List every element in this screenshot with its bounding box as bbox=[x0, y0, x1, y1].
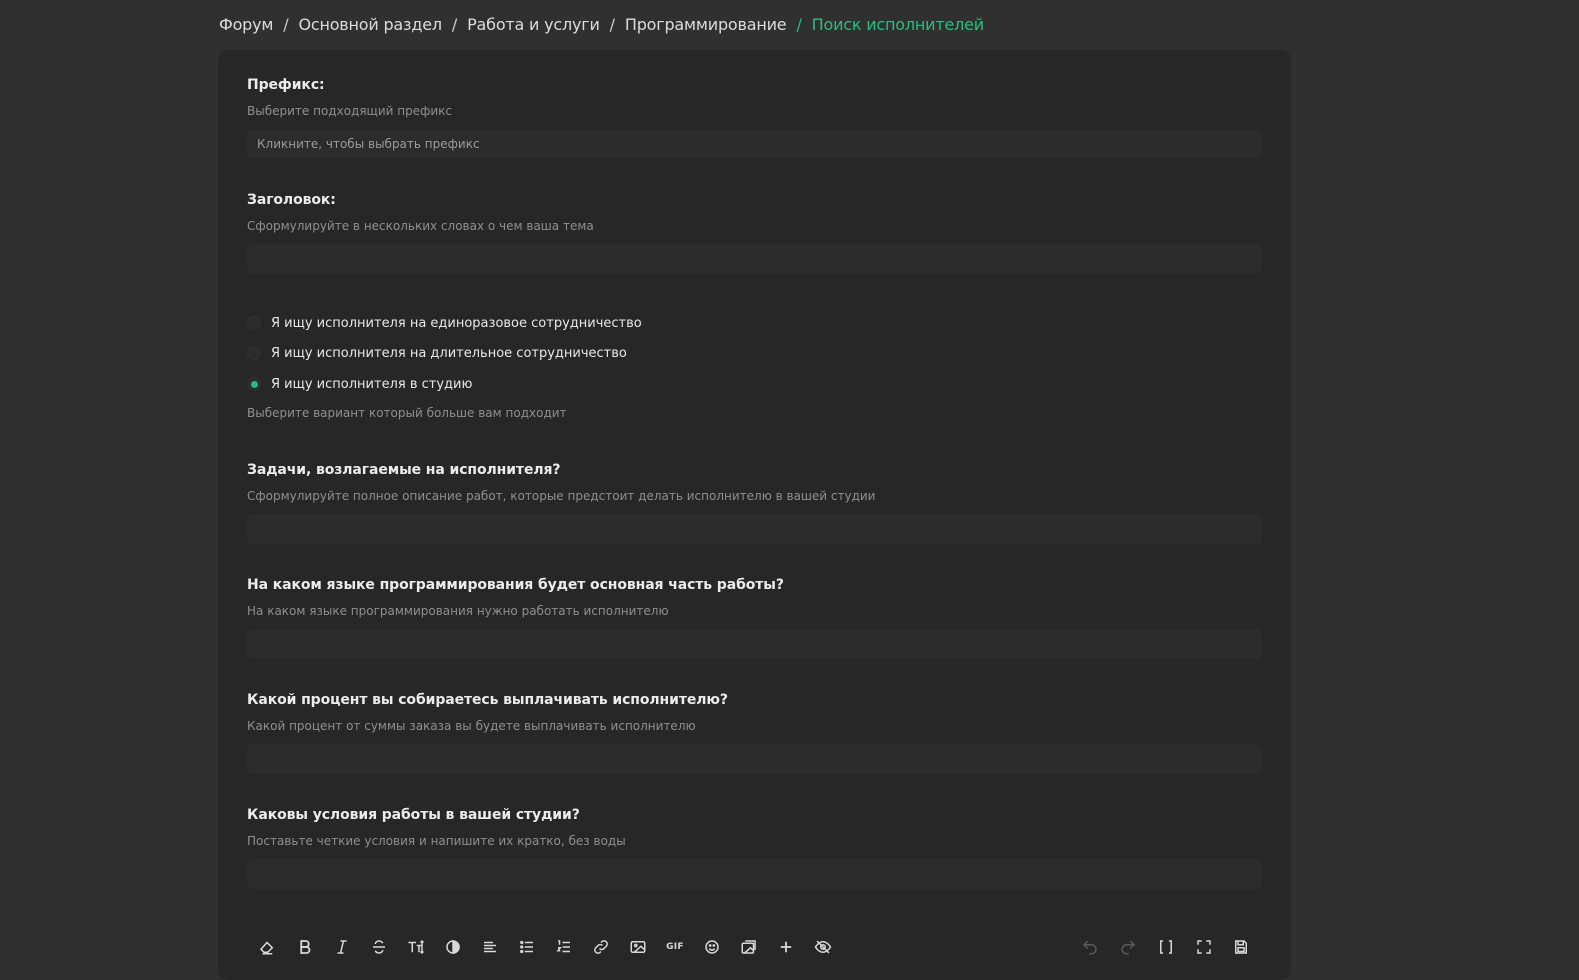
strikethrough-icon[interactable] bbox=[367, 934, 391, 960]
radio-button[interactable] bbox=[247, 316, 261, 330]
prefix-label: Префикс: bbox=[247, 77, 325, 93]
numbered-list-icon[interactable] bbox=[552, 934, 576, 960]
conditions-hint: Поставьте четкие условия и напишите их к… bbox=[247, 834, 626, 848]
radio-long-term[interactable]: Я ищу исполнителя на длительное сотрудни… bbox=[247, 343, 947, 363]
bullet-list-icon[interactable] bbox=[515, 934, 539, 960]
conditions-input[interactable] bbox=[247, 859, 1262, 889]
percent-hint: Какой процент от суммы заказа вы будете … bbox=[247, 719, 696, 733]
title-hint: Сформулируйте в нескольких словах о чем … bbox=[247, 219, 594, 233]
breadcrumb-separator: / bbox=[796, 14, 802, 34]
hide-icon[interactable] bbox=[811, 934, 835, 960]
radio-label: Я ищу исполнителя на единоразовое сотруд… bbox=[271, 315, 642, 331]
align-left-icon[interactable] bbox=[478, 934, 502, 960]
link-icon[interactable] bbox=[589, 934, 613, 960]
gallery-icon[interactable] bbox=[737, 934, 761, 960]
fullscreen-icon[interactable] bbox=[1192, 934, 1216, 960]
undo-icon[interactable] bbox=[1078, 934, 1102, 960]
tasks-hint: Сформулируйте полное описание работ, кот… bbox=[247, 489, 876, 503]
conditions-field: Каковы условия работы в вашей студии? По… bbox=[247, 805, 1262, 889]
image-icon[interactable] bbox=[626, 934, 650, 960]
tasks-input[interactable] bbox=[247, 514, 1262, 544]
cooperation-hint: Выберите вариант который больше вам подх… bbox=[247, 406, 567, 420]
title-label: Заголовок: bbox=[247, 192, 336, 208]
radio-button[interactable] bbox=[247, 346, 261, 360]
bold-icon[interactable] bbox=[293, 934, 317, 960]
thread-create-form: Префикс: Выберите подходящий префикс Кли… bbox=[218, 50, 1291, 980]
text-size-icon[interactable] bbox=[404, 934, 428, 960]
percent-label: Какой процент вы собираетесь выплачивать… bbox=[247, 692, 728, 708]
radio-studio[interactable]: Я ищу исполнителя в студию bbox=[247, 374, 947, 394]
language-field: На каком языке программирования будет ос… bbox=[247, 575, 1262, 659]
breadcrumb-separator: / bbox=[451, 14, 458, 34]
prefix-select[interactable]: Кликните, чтобы выбрать префикс bbox=[247, 129, 1262, 159]
breadcrumb-current[interactable]: Поиск исполнителей bbox=[812, 15, 985, 34]
brackets-icon[interactable] bbox=[1154, 934, 1178, 960]
gif-icon[interactable]: GIF bbox=[663, 934, 687, 960]
contrast-icon[interactable] bbox=[441, 934, 465, 960]
radio-label: Я ищу исполнителя на длительное сотрудни… bbox=[271, 345, 627, 361]
emoji-icon[interactable] bbox=[700, 934, 724, 960]
percent-field: Какой процент вы собираетесь выплачивать… bbox=[247, 690, 1262, 774]
gif-label: GIF bbox=[666, 942, 684, 952]
breadcrumb: Форум / Основной раздел / Работа и услуг… bbox=[219, 12, 984, 36]
tasks-label: Задачи, возлагаемые на исполнителя? bbox=[247, 462, 561, 478]
percent-input[interactable] bbox=[247, 744, 1262, 774]
prefix-hint: Выберите подходящий префикс bbox=[247, 104, 453, 118]
editor-toolbar: GIF bbox=[253, 934, 1253, 960]
language-hint: На каком языке программирования нужно ра… bbox=[247, 604, 669, 618]
radio-one-time[interactable]: Я ищу исполнителя на единоразовое сотруд… bbox=[247, 313, 947, 333]
breadcrumb-separator: / bbox=[283, 14, 289, 34]
breadcrumb-link-forum[interactable]: Форум bbox=[219, 15, 273, 34]
breadcrumb-link-work-services[interactable]: Работа и услуги bbox=[467, 15, 600, 34]
breadcrumb-link-programming[interactable]: Программирование bbox=[625, 15, 787, 34]
prefix-field: Префикс: Выберите подходящий префикс Кли… bbox=[247, 75, 1262, 159]
breadcrumb-link-main-section[interactable]: Основной раздел bbox=[298, 15, 442, 34]
plus-icon[interactable] bbox=[774, 934, 798, 960]
title-field: Заголовок: Сформулируйте в нескольких сл… bbox=[247, 190, 1262, 274]
redo-icon[interactable] bbox=[1116, 934, 1140, 960]
conditions-label: Каковы условия работы в вашей студии? bbox=[247, 807, 580, 823]
cooperation-type-group: Я ищу исполнителя на единоразовое сотруд… bbox=[247, 312, 947, 421]
breadcrumb-separator: / bbox=[609, 14, 615, 34]
italic-icon[interactable] bbox=[330, 934, 354, 960]
save-draft-icon[interactable] bbox=[1229, 934, 1253, 960]
radio-button-selected[interactable] bbox=[247, 377, 261, 391]
title-input[interactable] bbox=[247, 244, 1262, 274]
language-label: На каком языке программирования будет ос… bbox=[247, 577, 784, 593]
radio-label: Я ищу исполнителя в студию bbox=[271, 376, 473, 392]
eraser-icon[interactable] bbox=[255, 934, 279, 960]
language-input[interactable] bbox=[247, 629, 1262, 659]
tasks-field: Задачи, возлагаемые на исполнителя? Сфор… bbox=[247, 460, 1262, 544]
